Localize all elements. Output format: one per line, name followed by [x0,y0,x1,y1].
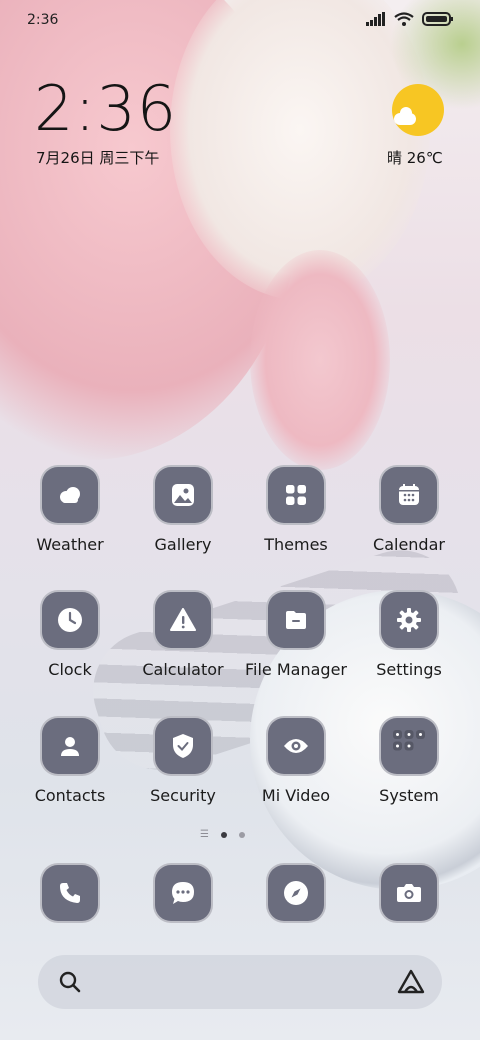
wallpaper-petal [250,250,390,470]
shield-icon[interactable] [153,716,213,776]
app-weather[interactable]: Weather [14,465,126,554]
assistant-icon[interactable] [396,968,426,996]
app-security[interactable]: Security [127,716,239,805]
app-settings[interactable]: Settings [353,590,465,679]
contacts-icon[interactable] [40,716,100,776]
app-clock[interactable]: Clock [14,590,126,679]
page-dot-active[interactable] [220,832,227,838]
phone-icon[interactable] [40,863,100,923]
status-time: 2:36 [27,12,59,28]
folder-grid-icon[interactable] [379,716,439,776]
menu-lines-icon: ☰ [200,829,209,840]
page-dot[interactable] [238,832,245,838]
app-label: Calendar [373,535,445,554]
clock-widget-time[interactable]: 2:36 [34,78,177,140]
search-bar[interactable] [38,955,442,1009]
eye-icon[interactable] [266,716,326,776]
app-label: File Manager [245,660,347,679]
clock-widget-date[interactable]: 7月26日 周三下午 [36,147,159,168]
clock-icon[interactable] [40,590,100,650]
gear-icon[interactable] [379,590,439,650]
app-mi-video[interactable]: Mi Video [240,716,352,805]
status-bar: 2:36 [0,0,480,42]
app-label: Contacts [34,786,106,805]
wifi-icon [394,12,414,26]
warning-icon[interactable] [153,590,213,650]
app-label: Gallery [154,535,212,554]
app-label: Mi Video [261,786,331,805]
dock-camera[interactable] [353,863,465,923]
app-gallery[interactable]: Gallery [127,465,239,554]
app-label: Settings [376,660,442,679]
dock-phone[interactable] [14,863,126,923]
dock-browser[interactable] [240,863,352,923]
calendar-icon[interactable] [379,465,439,525]
folder-system[interactable]: System [353,716,465,805]
message-icon[interactable] [153,863,213,923]
themes-icon[interactable] [266,465,326,525]
signal-icon [366,12,385,26]
file-manager-icon[interactable] [266,590,326,650]
battery-icon [422,12,453,26]
weather-widget-text[interactable]: 晴 26℃ [387,147,443,168]
app-calculator[interactable]: Calculator [127,590,239,679]
app-label: Clock [48,660,92,679]
app-label: Weather [36,535,104,554]
cloud-icon [394,107,416,125]
app-calendar[interactable]: Calendar [353,465,465,554]
app-themes[interactable]: Themes [240,465,352,554]
weather-icon[interactable] [40,465,100,525]
dock-messaging[interactable] [127,863,239,923]
app-label: Themes [264,535,328,554]
app-file-manager[interactable]: File Manager [240,590,352,679]
camera-icon[interactable] [379,863,439,923]
app-label: Security [150,786,216,805]
page-indicator[interactable]: ☰ [200,830,245,840]
search-icon[interactable] [58,970,82,994]
compass-icon[interactable] [266,863,326,923]
app-label: Calculator [142,660,224,679]
app-contacts[interactable]: Contacts [14,716,126,805]
app-label: System [379,786,439,805]
gallery-icon[interactable] [153,465,213,525]
